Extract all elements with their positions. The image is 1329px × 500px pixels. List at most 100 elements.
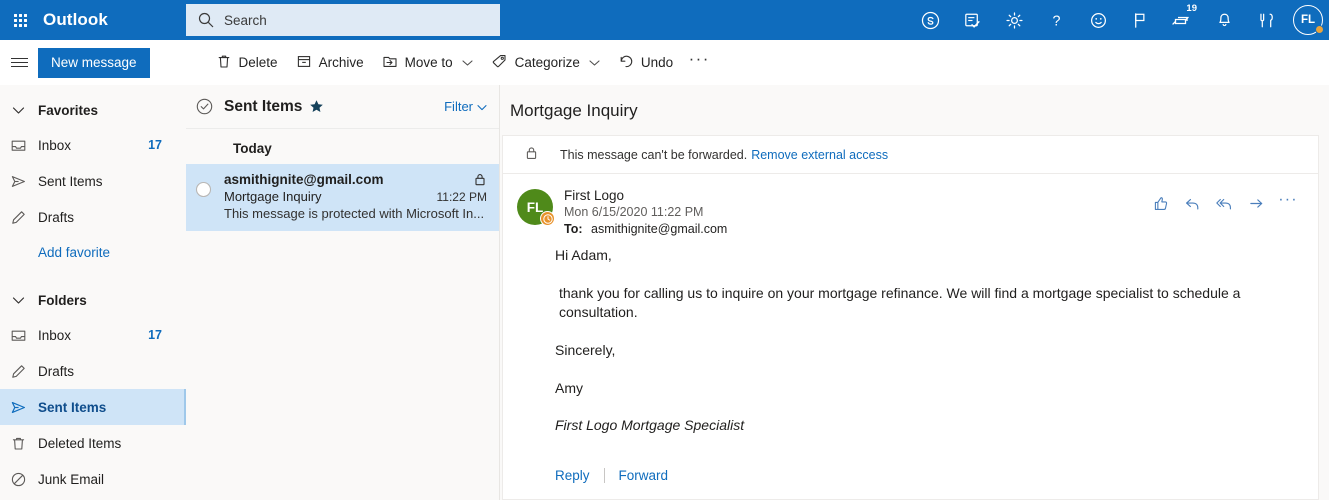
- chevron-down-icon: [589, 55, 600, 70]
- move-to-button[interactable]: Move to: [373, 46, 482, 79]
- reply-all-icon[interactable]: [1208, 189, 1240, 217]
- command-actions: Delete Archive Move to Categorize Undo ·…: [207, 46, 717, 79]
- categorize-button[interactable]: Categorize: [482, 46, 609, 79]
- delete-button[interactable]: Delete: [207, 46, 287, 79]
- undo-label: Undo: [640, 55, 674, 70]
- bell-icon[interactable]: [1203, 0, 1245, 40]
- sidebar-item-inbox[interactable]: Inbox 17: [0, 317, 186, 353]
- app-brand-outlook[interactable]: Outlook: [43, 10, 108, 30]
- sidebar-label: Inbox: [38, 327, 72, 343]
- message-list-title: Sent Items: [224, 97, 303, 115]
- tasks-checklist-icon[interactable]: [951, 0, 993, 40]
- body-greeting: Hi Adam,: [555, 247, 612, 263]
- sidebar-item-favorites-sent-items[interactable]: Sent Items: [0, 163, 186, 199]
- chevron-down-icon: [462, 55, 473, 70]
- avatar[interactable]: FL: [517, 189, 555, 226]
- move-to-label: Move to: [404, 55, 453, 70]
- favorites-group-header[interactable]: Favorites: [0, 93, 186, 127]
- sidebar-item-drafts[interactable]: Drafts: [0, 353, 186, 389]
- list-item[interactable]: asmithignite@gmail.com Mortgage Inquiry …: [186, 164, 499, 231]
- day-group-header: Today: [233, 141, 272, 156]
- inbox-icon: [4, 137, 32, 154]
- to-value[interactable]: asmithignite@gmail.com: [591, 222, 727, 236]
- top-app-bar: Outlook Search ? 19 FL: [0, 0, 1329, 40]
- protection-notice-text: This message can't be forwarded.: [560, 147, 748, 162]
- user-avatar-top[interactable]: FL: [1287, 0, 1329, 40]
- search-icon: [196, 10, 216, 30]
- gear-icon[interactable]: [993, 0, 1035, 40]
- sidebar-item-favorites-inbox[interactable]: Inbox 17: [0, 127, 186, 163]
- sidebar-item-favorites-drafts[interactable]: Drafts: [0, 199, 186, 235]
- sidebar-label: Drafts: [38, 209, 75, 225]
- thumbs-up-icon[interactable]: [1144, 189, 1176, 217]
- more-commands-icon[interactable]: ···: [682, 46, 716, 79]
- smiley-face-icon[interactable]: [1077, 0, 1119, 40]
- sidebar-item-sent-items[interactable]: Sent Items: [0, 389, 186, 425]
- message-time: 11:22 PM: [436, 190, 487, 204]
- chevron-down-icon: [4, 106, 32, 115]
- sidebar-label: Junk Email: [38, 471, 105, 487]
- list-item-line-sender: asmithignite@gmail.com: [224, 172, 487, 187]
- body-paragraph: thank you for calling us to inquire on y…: [559, 284, 1241, 320]
- message-meta: First Logo Mon 6/15/2020 11:22 PM To: as…: [564, 188, 1144, 236]
- sent-paper-plane-icon: [4, 399, 32, 416]
- tag-icon: [491, 53, 508, 73]
- check-circle-icon[interactable]: [195, 97, 219, 116]
- body-signature-name: Amy: [555, 379, 583, 396]
- forward-button[interactable]: Forward: [619, 468, 669, 483]
- sidebar-label: Sent Items: [38, 173, 103, 189]
- archive-box-icon: [296, 53, 312, 73]
- undo-button[interactable]: Undo: [609, 46, 682, 79]
- remove-external-access-link[interactable]: Remove external access: [751, 148, 888, 162]
- skype-icon[interactable]: [909, 0, 951, 40]
- archive-label: Archive: [318, 55, 364, 70]
- unread-count: 17: [148, 328, 162, 342]
- to-label: To:: [564, 222, 583, 236]
- list-item-content: asmithignite@gmail.com Mortgage Inquiry …: [224, 172, 487, 221]
- new-message-button[interactable]: New message: [38, 47, 150, 78]
- waffle-icon[interactable]: [0, 0, 40, 40]
- message-subject: Mortgage Inquiry: [224, 189, 322, 204]
- question-mark-icon[interactable]: ?: [1035, 0, 1077, 40]
- trash-icon: [4, 435, 32, 452]
- folders-label: Folders: [38, 292, 87, 308]
- utensils-icon[interactable]: [1245, 0, 1287, 40]
- list-item-line-subject: Mortgage Inquiry 11:22 PM: [224, 189, 487, 204]
- undo-arrow-icon: [618, 53, 634, 73]
- recipient-line: To: asmithignite@gmail.com: [564, 222, 1144, 236]
- lock-icon: [473, 172, 487, 187]
- star-filled-icon[interactable]: [309, 99, 324, 114]
- add-favorite-link[interactable]: Add favorite: [0, 235, 186, 269]
- protection-notice-bar: This message can't be forwarded. Remove …: [503, 136, 1318, 174]
- sidebar-item-junk-email[interactable]: Junk Email: [0, 461, 186, 497]
- search-input[interactable]: Search: [186, 4, 500, 36]
- message-sender: asmithignite@gmail.com: [224, 172, 384, 187]
- reply-button[interactable]: Reply: [555, 468, 590, 483]
- hamburger-icon[interactable]: [0, 40, 38, 85]
- reply-icon[interactable]: [1176, 189, 1208, 217]
- move-to-folder-icon: [382, 53, 398, 73]
- archive-button[interactable]: Archive: [287, 46, 373, 79]
- chat-bubble-icon[interactable]: 19: [1161, 0, 1203, 40]
- sent-paper-plane-icon: [4, 173, 32, 190]
- clock-icon: [540, 211, 555, 226]
- sender-name[interactable]: First Logo: [564, 188, 1144, 203]
- body-closing: Sincerely,: [555, 341, 616, 358]
- flag-icon[interactable]: [1119, 0, 1161, 40]
- filter-label: Filter: [444, 99, 473, 114]
- pencil-icon: [4, 363, 32, 380]
- sidebar-item-deleted-items[interactable]: Deleted Items: [0, 425, 186, 461]
- top-bar-icon-group: ? 19 FL: [909, 0, 1329, 40]
- circle-icon[interactable]: [195, 172, 219, 221]
- filter-button[interactable]: Filter: [444, 99, 487, 114]
- inbox-icon: [4, 327, 32, 344]
- folders-group-header[interactable]: Folders: [0, 283, 186, 317]
- more-options-icon[interactable]: ···: [1272, 189, 1304, 217]
- sent-date: Mon 6/15/2020 11:22 PM: [564, 205, 704, 219]
- forward-arrow-icon[interactable]: [1240, 189, 1272, 217]
- message-list-header: Sent Items Filter: [186, 85, 499, 129]
- chevron-down-icon: [4, 296, 32, 305]
- message-count-badge: 19: [1186, 3, 1197, 14]
- trash-icon: [216, 53, 232, 73]
